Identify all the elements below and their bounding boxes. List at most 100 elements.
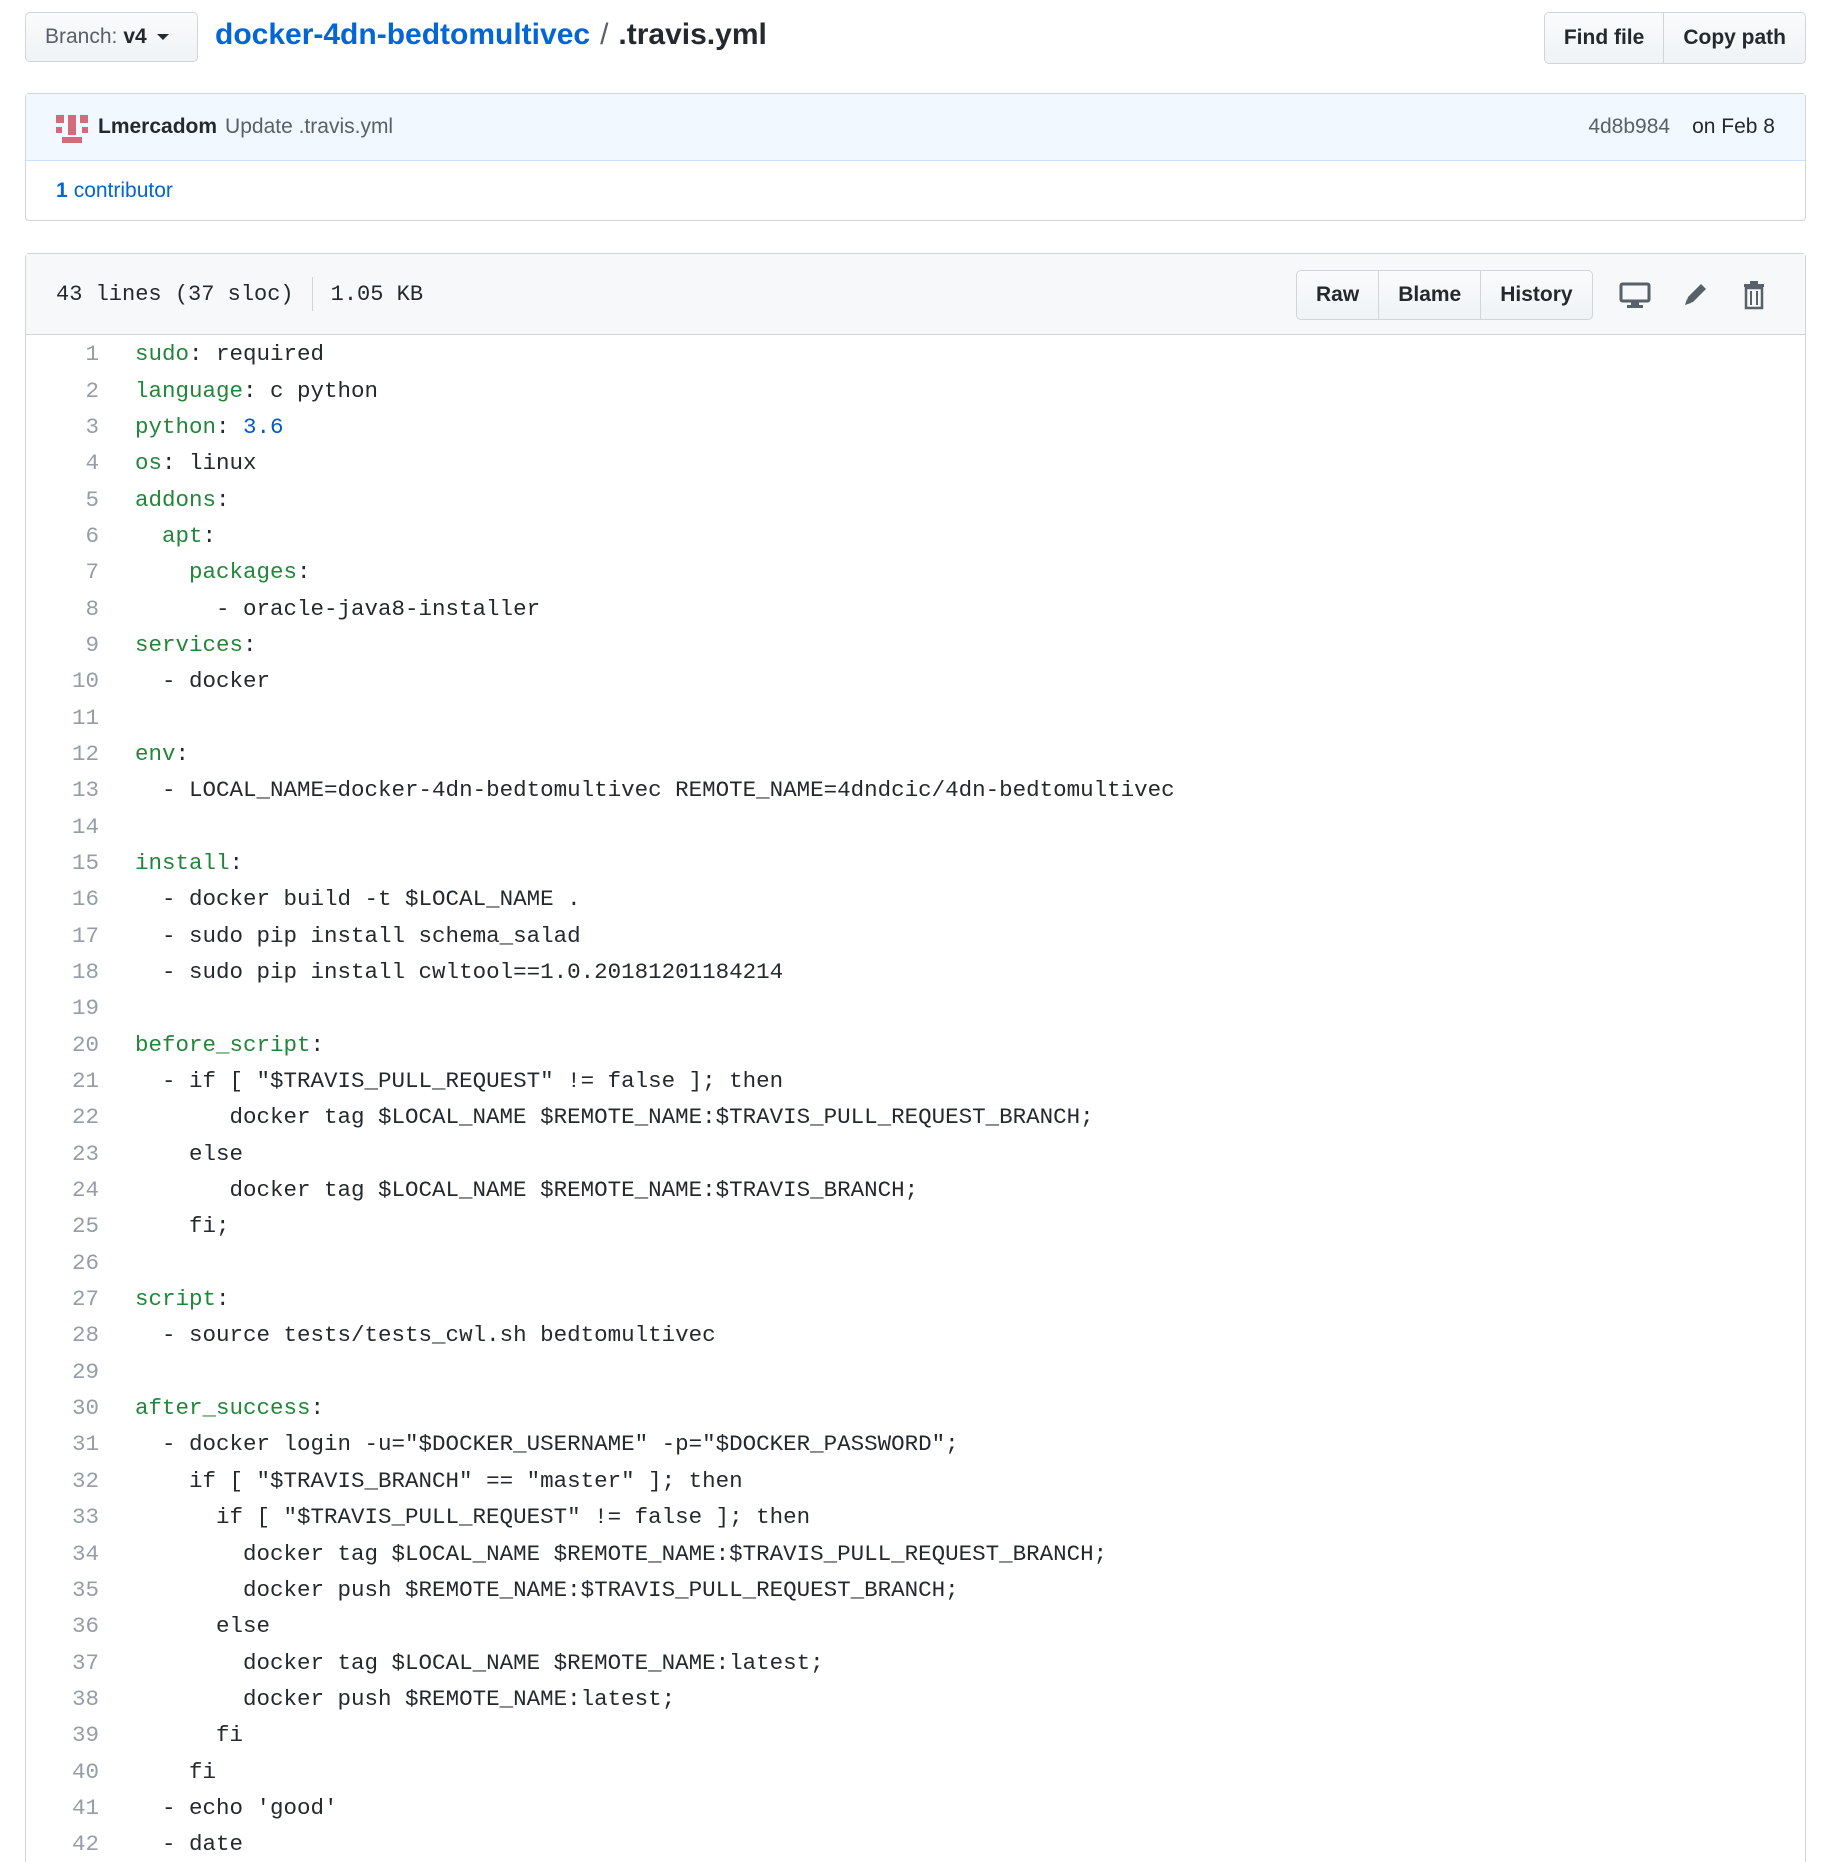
find-file-button[interactable]: Find file	[1543, 12, 1665, 64]
line-text: : c python	[243, 377, 379, 404]
code-line: 10 - docker	[26, 663, 1805, 699]
line-text: :	[310, 1031, 325, 1058]
line-content: else	[99, 1141, 243, 1167]
branch-select-button[interactable]: Branch: v4	[25, 12, 198, 62]
contributors-count: 1	[56, 179, 68, 202]
line-number[interactable]: 4	[26, 450, 99, 476]
yaml-key: services	[135, 631, 244, 658]
line-content: - oracle-java8-installer	[99, 596, 540, 622]
line-number[interactable]: 24	[26, 1177, 99, 1203]
trash-icon[interactable]	[1737, 278, 1771, 312]
line-number[interactable]: 28	[26, 1322, 99, 1348]
desktop-icon[interactable]	[1618, 278, 1652, 312]
latest-commit: Lmercadom Update .travis.yml 4d8b984 on …	[26, 94, 1805, 161]
line-number[interactable]: 22	[26, 1104, 99, 1130]
line-number[interactable]: 3	[26, 414, 99, 440]
line-number[interactable]: 27	[26, 1286, 99, 1312]
line-number[interactable]: 17	[26, 923, 99, 949]
code-line: 32 if [ "$TRAVIS_BRANCH" == "master" ]; …	[26, 1463, 1805, 1499]
line-text: docker tag $LOCAL_NAME $REMOTE_NAME:$TRA…	[243, 1540, 1108, 1567]
file-navigation: Branch: v4 docker-4dn-bedtomultivec / .t…	[25, 12, 1806, 66]
raw-button[interactable]: Raw	[1296, 270, 1380, 320]
line-number[interactable]: 13	[26, 777, 99, 803]
line-number[interactable]: 15	[26, 850, 99, 876]
commit-author-link[interactable]: Lmercadom	[98, 115, 217, 139]
line-content: docker tag $LOCAL_NAME $REMOTE_NAME:late…	[99, 1650, 824, 1676]
line-number[interactable]: 21	[26, 1068, 99, 1094]
line-number[interactable]: 12	[26, 741, 99, 767]
code-line: 20 before_script:	[26, 1027, 1805, 1063]
commit-date: on Feb 8	[1692, 115, 1775, 138]
commit-meta: 4d8b984 on Feb 8	[1588, 94, 1775, 160]
line-number[interactable]: 29	[26, 1359, 99, 1385]
line-number[interactable]: 1	[26, 341, 99, 367]
breadcrumb-repo-link[interactable]: docker-4dn-bedtomultivec	[215, 18, 590, 52]
line-number[interactable]: 37	[26, 1650, 99, 1676]
avatar[interactable]	[56, 111, 88, 143]
line-number[interactable]: 6	[26, 523, 99, 549]
history-button[interactable]: History	[1481, 270, 1593, 320]
line-text: :	[216, 413, 244, 440]
yaml-number: 3.6	[243, 413, 284, 440]
line-text: if [ "$TRAVIS_PULL_REQUEST" != false ]; …	[216, 1504, 811, 1531]
line-number[interactable]: 23	[26, 1141, 99, 1167]
line-content: else	[99, 1613, 270, 1639]
line-number[interactable]: 36	[26, 1613, 99, 1639]
breadcrumb-file-name: .travis.yml	[618, 18, 767, 51]
line-number[interactable]: 26	[26, 1250, 99, 1276]
commit-sha-link[interactable]: 4d8b984	[1588, 115, 1670, 139]
breadcrumb-separator: /	[600, 18, 609, 51]
line-content: - sudo pip install schema_salad	[99, 923, 581, 949]
line-number[interactable]: 5	[26, 487, 99, 513]
yaml-key: install	[135, 849, 230, 876]
line-number[interactable]: 38	[26, 1686, 99, 1712]
line-number[interactable]: 10	[26, 668, 99, 694]
pencil-icon[interactable]	[1678, 278, 1712, 312]
line-number[interactable]: 39	[26, 1722, 99, 1748]
line-number[interactable]: 35	[26, 1577, 99, 1603]
line-text: - docker	[162, 668, 271, 695]
line-content: packages:	[99, 559, 311, 585]
line-number[interactable]: 42	[26, 1831, 99, 1857]
code-line: 36 else	[26, 1608, 1805, 1644]
line-number[interactable]: 40	[26, 1759, 99, 1785]
line-number[interactable]: 33	[26, 1504, 99, 1530]
copy-path-button[interactable]: Copy path	[1664, 12, 1806, 64]
line-number[interactable]: 18	[26, 959, 99, 985]
line-number[interactable]: 8	[26, 596, 99, 622]
line-content: if [ "$TRAVIS_BRANCH" == "master" ]; the…	[99, 1468, 743, 1494]
line-content: os: linux	[99, 450, 257, 476]
commit-message-link[interactable]: Update .travis.yml	[225, 115, 393, 139]
line-number[interactable]: 25	[26, 1213, 99, 1239]
code-line: 28 - source tests/tests_cwl.sh bedtomult…	[26, 1317, 1805, 1353]
line-number[interactable]: 20	[26, 1032, 99, 1058]
code-line: 40 fi	[26, 1753, 1805, 1789]
code-line: 42 - date	[26, 1826, 1805, 1862]
line-number[interactable]: 32	[26, 1468, 99, 1494]
contributors-link[interactable]: 1 contributor	[26, 161, 1805, 221]
line-content: - source tests/tests_cwl.sh bedtomultive…	[99, 1322, 716, 1348]
line-number[interactable]: 34	[26, 1541, 99, 1567]
line-number[interactable]: 9	[26, 632, 99, 658]
line-number[interactable]: 30	[26, 1395, 99, 1421]
line-number[interactable]: 11	[26, 705, 99, 731]
breadcrumb: docker-4dn-bedtomultivec / .travis.yml	[215, 18, 767, 52]
line-number[interactable]: 2	[26, 378, 99, 404]
line-text: : linux	[162, 450, 257, 477]
line-number[interactable]: 14	[26, 814, 99, 840]
line-content: docker tag $LOCAL_NAME $REMOTE_NAME:$TRA…	[99, 1177, 919, 1203]
line-number[interactable]: 7	[26, 559, 99, 585]
line-number[interactable]: 16	[26, 886, 99, 912]
line-number[interactable]: 31	[26, 1431, 99, 1457]
blame-button[interactable]: Blame	[1379, 270, 1482, 320]
line-number[interactable]: 19	[26, 995, 99, 1021]
yaml-key: before_script	[135, 1031, 311, 1058]
line-number[interactable]: 41	[26, 1795, 99, 1821]
code-line: 30 after_success:	[26, 1390, 1805, 1426]
